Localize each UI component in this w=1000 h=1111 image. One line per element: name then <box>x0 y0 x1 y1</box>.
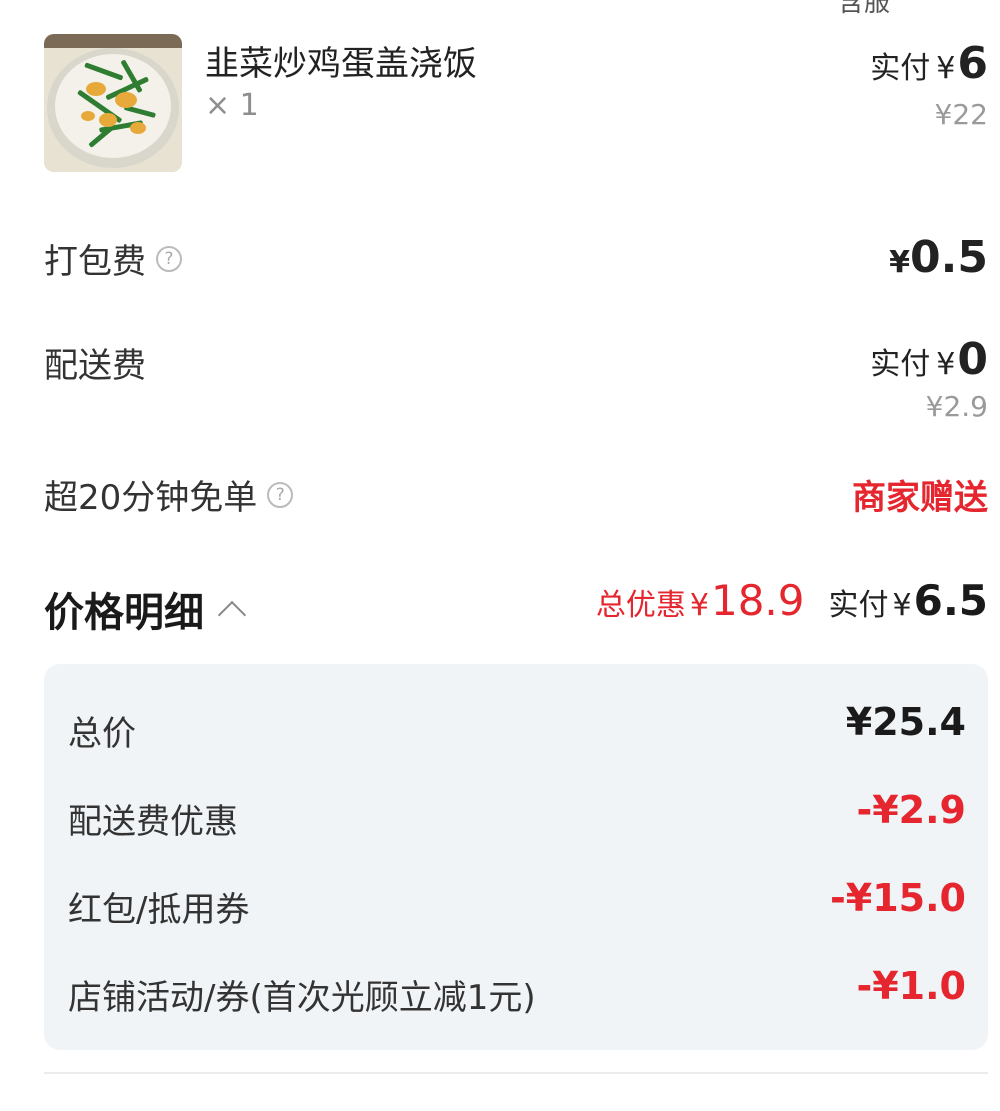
food-thumbnail[interactable] <box>44 34 182 172</box>
total-price-label: 总价 <box>68 714 136 754</box>
overtime-free-row: 超20分钟免单 ? <box>44 470 294 519</box>
item-name: 韭菜炒鸡蛋盖浇饭 <box>205 44 477 84</box>
item-pay-label: 实付 <box>870 51 931 86</box>
rice-bowl-photo-icon <box>44 34 182 172</box>
packing-fee-label: 打包费 <box>44 242 146 282</box>
item-original-price: ¥22 <box>934 98 988 131</box>
total-discount-value: 18.9 <box>710 576 805 625</box>
help-icon[interactable]: ? <box>267 481 294 508</box>
store-promo-label: 店铺活动/券(首次光顾立减1元) <box>68 978 536 1018</box>
item-quantity: × 1 <box>205 88 259 123</box>
delivery-pay-currency: ¥ <box>936 347 956 382</box>
packing-fee-currency: ¥ <box>889 245 911 280</box>
help-icon[interactable]: ? <box>156 245 182 272</box>
partial-top-text: 含服 <box>838 0 891 18</box>
summary-pay-value: 6.5 <box>913 576 988 625</box>
delivery-pay-label: 实付 <box>870 347 931 382</box>
packing-fee-value: ¥ 0.5 <box>889 232 988 283</box>
delivery-paid-amount: 实付 ¥ 0 <box>870 334 988 385</box>
total-discount-currency: ¥ <box>689 588 709 623</box>
total-price-value: ¥25.4 <box>845 700 966 744</box>
coupon-value: -¥15.0 <box>830 876 966 920</box>
chevron-up-icon <box>217 600 247 630</box>
summary-pay-label: 实付 <box>828 588 889 623</box>
item-pay-currency: ¥ <box>936 51 956 86</box>
price-detail-title: 价格明细 <box>44 590 204 636</box>
packing-fee-row: 打包费 ? <box>44 234 182 283</box>
price-detail-toggle[interactable]: 价格明细 <box>44 580 247 638</box>
merchant-gift-badge: 商家赠送 <box>852 478 988 518</box>
divider <box>44 1072 988 1074</box>
store-promo-value: -¥1.0 <box>856 964 966 1008</box>
price-summary: 总优惠 ¥ 18.9 实付 ¥ 6.5 <box>596 576 988 625</box>
overtime-free-label: 超20分钟免单 <box>44 478 258 518</box>
delivery-original-price: ¥2.9 <box>925 390 988 423</box>
item-paid-amount: 实付 ¥ 6 <box>870 38 988 89</box>
item-pay-value: 6 <box>957 38 988 89</box>
delivery-pay-value: 0 <box>957 334 988 385</box>
delivery-discount-label: 配送费优惠 <box>68 802 238 842</box>
delivery-fee-label: 配送费 <box>44 346 146 386</box>
total-discount-label: 总优惠 <box>595 588 686 623</box>
coupon-label: 红包/抵用券 <box>68 890 250 930</box>
summary-pay-currency: ¥ <box>892 588 912 623</box>
delivery-fee-row: 配送费 <box>44 338 146 387</box>
delivery-discount-value: -¥2.9 <box>856 788 966 832</box>
packing-fee-amount: 0.5 <box>910 232 988 283</box>
